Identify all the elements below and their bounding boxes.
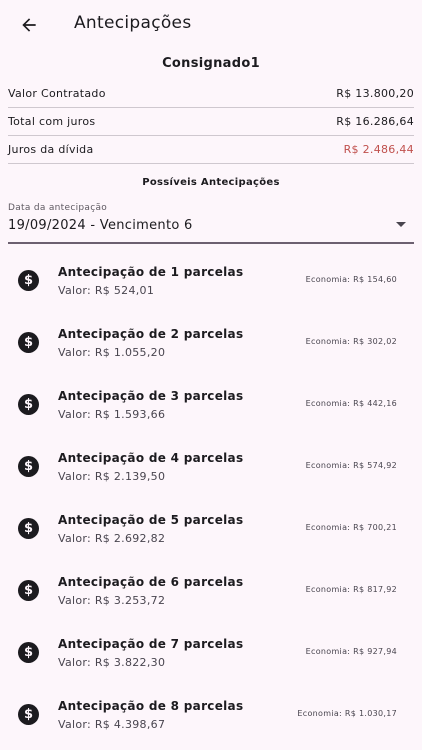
list-item[interactable]: $ Antecipação de 6 parcelas Valor: R$ 3.25… [0, 559, 422, 621]
summary-value: R$ 2.486,44 [343, 143, 414, 156]
dollar-coin-icon: $ [18, 394, 39, 415]
item-value: Valor: R$ 3.253,72 [58, 594, 166, 607]
summary-row-total: Total com juros R$ 16.286,64 [8, 108, 414, 136]
dollar-coin-icon: $ [18, 270, 39, 291]
summary-label: Total com juros [8, 115, 96, 128]
item-economy: Economia: R$ 442,16 [305, 399, 397, 408]
dollar-coin-icon: $ [18, 518, 39, 539]
page-title: Antecipações [74, 13, 192, 33]
summary-value: R$ 16.286,64 [336, 115, 414, 128]
dropdown-arrow-icon[interactable] [396, 222, 406, 227]
summary-label: Valor Contratado [8, 87, 106, 100]
summary-label: Juros da dívida [8, 143, 94, 156]
list-item[interactable]: $ Antecipação de 2 parcelas Valor: R$ 1.05… [0, 311, 422, 373]
item-economy: Economia: R$ 1.030,17 [297, 709, 397, 718]
summary-row-contracted: Valor Contratado R$ 13.800,20 [8, 80, 414, 108]
arrow-left-icon [22, 18, 36, 32]
item-economy: Economia: R$ 154,60 [305, 275, 397, 284]
list-item[interactable]: $ Antecipação de 7 parcelas Valor: R$ 3.82… [0, 621, 422, 683]
section-title: Possíveis Antecipações [142, 177, 280, 188]
item-value: Valor: R$ 2.139,50 [58, 470, 166, 483]
dollar-coin-icon: $ [18, 704, 39, 725]
item-economy: Economia: R$ 817,92 [305, 585, 397, 594]
item-economy: Economia: R$ 927,94 [305, 647, 397, 656]
item-economy: Economia: R$ 574,92 [305, 461, 397, 470]
dollar-coin-icon: $ [18, 456, 39, 477]
dollar-coin-icon: $ [18, 580, 39, 601]
summary-row-interest: Juros da dívida R$ 2.486,44 [8, 136, 414, 164]
item-title: Antecipação de 7 parcelas [58, 637, 244, 651]
item-title: Antecipação de 8 parcelas [58, 699, 244, 713]
item-value: Valor: R$ 1.055,20 [58, 346, 166, 359]
list-item[interactable]: $ Antecipação de 4 parcelas Valor: R$ 2.13… [0, 435, 422, 497]
item-value: Valor: R$ 4.398,67 [58, 718, 166, 731]
list-item[interactable]: $ Antecipação de 8 parcelas Valor: R$ 4.39… [0, 683, 422, 745]
item-value: Valor: R$ 2.692,82 [58, 532, 166, 545]
item-value: Valor: R$ 1.593,66 [58, 408, 166, 421]
summary-value: R$ 13.800,20 [336, 87, 414, 100]
item-economy: Economia: R$ 302,02 [305, 337, 397, 346]
dollar-coin-icon: $ [18, 332, 39, 353]
list-item[interactable]: $ Antecipação de 1 parcelas Valor: R$ 524,… [0, 249, 422, 311]
item-title: Antecipação de 3 parcelas [58, 389, 244, 403]
loan-name: Consignado1 [162, 56, 260, 71]
app-bar: Antecipações [0, 0, 422, 50]
item-title: Antecipação de 5 parcelas [58, 513, 244, 527]
item-title: Antecipação de 1 parcelas [58, 265, 244, 279]
back-button[interactable] [16, 12, 42, 38]
list-item[interactable]: $ Antecipação de 5 parcelas Valor: R$ 2.69… [0, 497, 422, 559]
item-value: Valor: R$ 524,01 [58, 284, 155, 297]
item-title: Antecipação de 4 parcelas [58, 451, 244, 465]
date-select[interactable]: Data da antecipação 19/09/2024 - Vencime… [8, 200, 414, 244]
list-item[interactable]: $ Antecipação de 3 parcelas Valor: R$ 1.59… [0, 373, 422, 435]
dollar-coin-icon: $ [18, 642, 39, 663]
item-title: Antecipação de 6 parcelas [58, 575, 244, 589]
date-select-label: Data da antecipação [8, 203, 108, 213]
item-title: Antecipação de 2 parcelas [58, 327, 244, 341]
date-select-value: 19/09/2024 - Vencimento 6 [8, 218, 193, 233]
item-value: Valor: R$ 3.822,30 [58, 656, 166, 669]
item-economy: Economia: R$ 700,21 [305, 523, 397, 532]
